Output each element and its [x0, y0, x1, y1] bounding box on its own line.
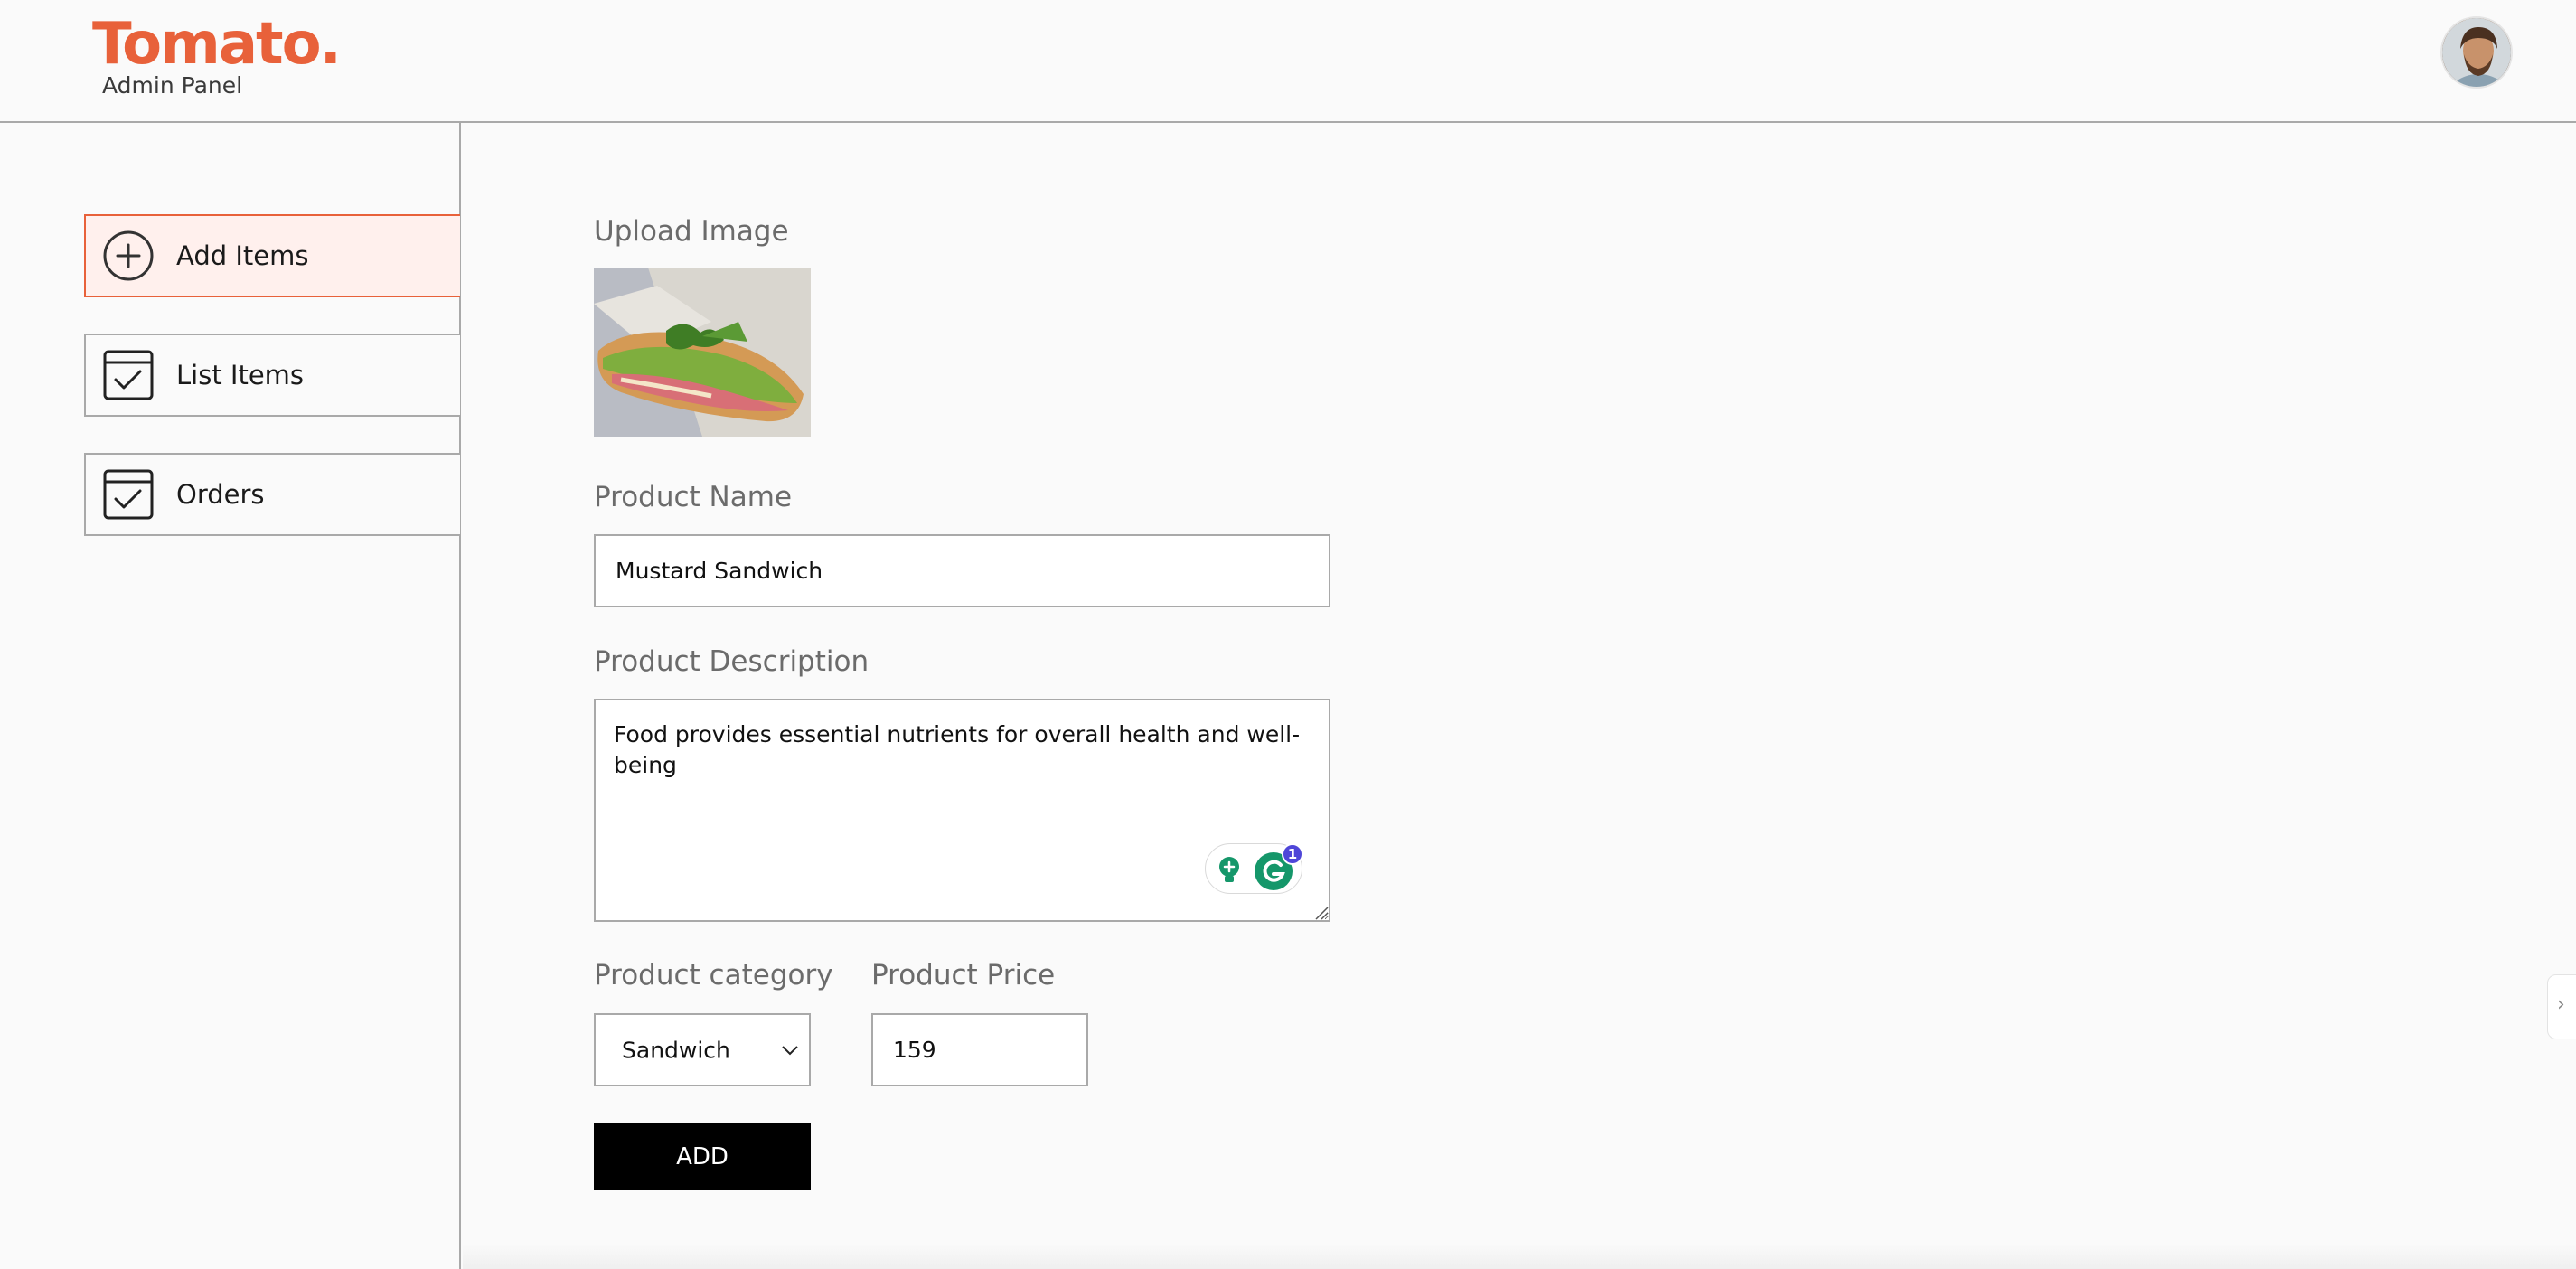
bottom-shadow — [463, 1244, 2576, 1269]
upload-image-area[interactable] — [594, 268, 811, 437]
chevron-right-icon: › — [2557, 993, 2565, 1016]
sidebar-item-orders[interactable]: Orders — [84, 453, 460, 536]
sidebar-item-label: Add Items — [176, 240, 309, 271]
avatar-photo-icon — [2442, 18, 2511, 87]
grammarly-widget[interactable]: 1 — [1205, 843, 1303, 894]
sidebar: Add Items List Items Orders — [0, 123, 461, 1269]
sidebar-item-label: List Items — [176, 360, 305, 390]
grammarly-badge: 1 — [1282, 843, 1303, 865]
category-selected-value: Sandwich — [622, 1037, 730, 1063]
upload-image-label: Upload Image — [594, 215, 789, 248]
profile-avatar[interactable] — [2440, 16, 2513, 89]
product-name-input[interactable] — [594, 534, 1330, 607]
product-price-label: Product Price — [871, 959, 1056, 992]
product-category-select[interactable]: Sandwich — [594, 1013, 811, 1086]
chevron-down-icon — [782, 1045, 798, 1055]
add-button[interactable]: ADD — [594, 1123, 811, 1190]
product-category-label: Product category — [594, 959, 833, 992]
checklist-icon — [103, 469, 154, 520]
edge-expand-tab[interactable]: › — [2547, 974, 2576, 1039]
sidebar-item-list-items[interactable]: List Items — [84, 334, 460, 417]
lightbulb-icon — [1219, 857, 1239, 882]
checklist-icon — [103, 350, 154, 400]
brand-logo[interactable]: Tomato. — [92, 11, 342, 78]
sidebar-item-label: Orders — [176, 479, 265, 510]
sidebar-item-add-items[interactable]: Add Items — [84, 214, 460, 297]
resize-grip-icon[interactable] — [1312, 904, 1329, 920]
product-price-input[interactable] — [871, 1013, 1088, 1086]
navbar: Tomato. Admin Panel — [0, 0, 2576, 123]
brand-subtitle: Admin Panel — [102, 72, 243, 99]
sandwich-photo-image — [594, 268, 811, 437]
add-circle-icon — [103, 230, 154, 281]
product-name-label: Product Name — [594, 481, 793, 513]
product-description-label: Product Description — [594, 645, 870, 678]
